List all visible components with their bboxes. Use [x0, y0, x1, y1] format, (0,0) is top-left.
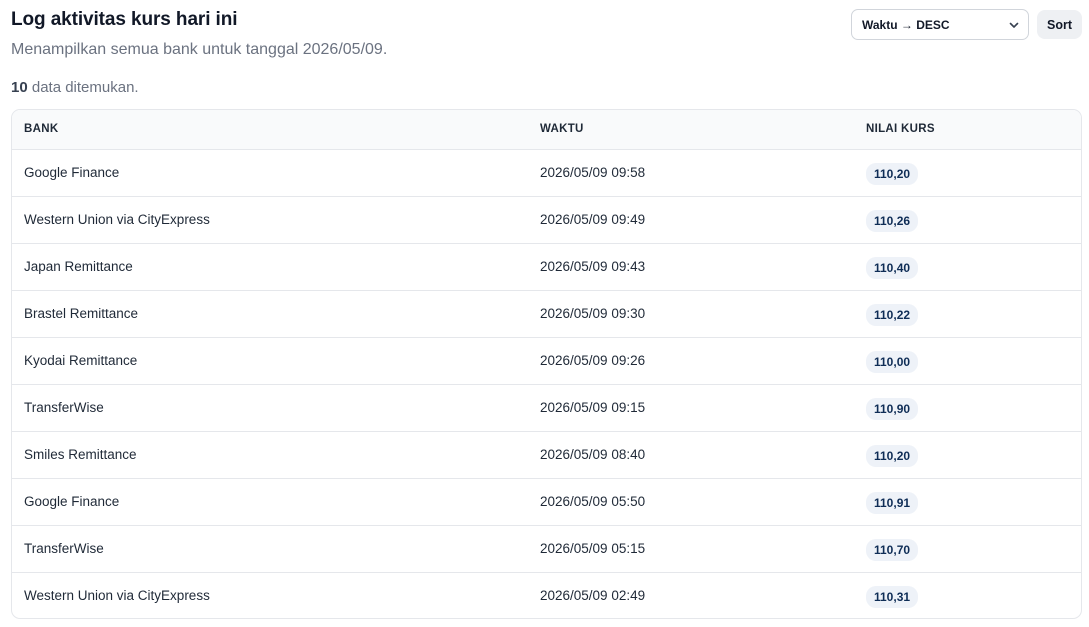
sort-select[interactable]: Waktu → DESC	[851, 9, 1029, 40]
bank-cell: Western Union via CityExpress	[12, 196, 528, 244]
bank-cell: Brastel Remittance	[12, 290, 528, 338]
time-cell: 2026/05/09 08:40	[528, 431, 854, 479]
bank-cell: Kyodai Remittance	[12, 337, 528, 385]
rate-cell: 110,20	[854, 431, 1081, 479]
time-cell: 2026/05/09 09:43	[528, 243, 854, 291]
rate-cell: 110,31	[854, 572, 1081, 618]
bank-cell: TransferWise	[12, 384, 528, 432]
table-row: TransferWise 2026/05/09 05:15 110,70	[12, 525, 1081, 573]
time-cell: 2026/05/09 05:50	[528, 478, 854, 526]
page-title: Log aktivitas kurs hari ini	[11, 9, 238, 30]
rates-table: BANK WAKTU NILAI KURS Google Finance 202…	[11, 109, 1082, 619]
table-row: Smiles Remittance 2026/05/09 08:40 110,2…	[12, 431, 1081, 479]
rate-badge: 110,70	[866, 538, 919, 561]
rate-badge: 110,00	[866, 350, 919, 373]
table-body: Google Finance 2026/05/09 09:58 110,20 W…	[12, 149, 1081, 618]
rate-badge: 110,26	[866, 209, 919, 232]
time-cell: 2026/05/09 09:58	[528, 149, 854, 197]
bank-cell: TransferWise	[12, 525, 528, 573]
rate-cell: 110,22	[854, 290, 1081, 338]
bank-cell: Western Union via CityExpress	[24, 588, 210, 603]
time-cell: 2026/05/09 09:26	[528, 337, 854, 385]
time-cell: 2026/05/09 09:49	[528, 196, 854, 244]
rate-badge: 110,40	[866, 256, 919, 279]
column-header-bank: BANK	[12, 110, 528, 150]
sort-button[interactable]: Sort	[1037, 10, 1082, 39]
bank-cell: Smiles Remittance	[12, 431, 528, 479]
rate-badge: 110,22	[866, 303, 919, 326]
result-count: 10 data ditemukan.	[11, 79, 139, 96]
table-row: Western Union via CityExpress 2026/05/09…	[12, 572, 1081, 618]
rate-cell: 110,40	[854, 243, 1081, 291]
bank-cell: Google Finance	[12, 149, 528, 197]
rates-table-grid: BANK WAKTU NILAI KURS Google Finance 202…	[12, 110, 1081, 618]
bank-cell: Japan Remittance	[12, 243, 528, 291]
table-row: Kyodai Remittance 2026/05/09 09:26 110,0…	[12, 337, 1081, 385]
rate-cell: 110,70	[854, 525, 1081, 573]
table-row: TransferWise 2026/05/09 09:15 110,90	[12, 384, 1081, 432]
table-row: Google Finance 2026/05/09 05:50 110,91	[12, 478, 1081, 526]
rate-badge: 110,90	[866, 397, 919, 420]
time-cell: 2026/05/09 09:15	[528, 384, 854, 432]
sort-controls: Waktu → DESC Sort	[851, 9, 1082, 40]
column-header-rate: NILAI KURS	[854, 110, 1081, 150]
result-count-value: 10	[11, 79, 28, 96]
result-count-label: data ditemukan.	[27, 79, 139, 96]
rate-cell: 110,26	[854, 196, 1081, 244]
time-cell: 2026/05/09 09:30	[528, 290, 854, 338]
table-row: Japan Remittance 2026/05/09 09:43 110,40	[12, 243, 1081, 291]
rate-badge: 110,20	[866, 162, 919, 185]
table-header: BANK WAKTU NILAI KURS	[12, 110, 1081, 150]
rate-cell: 110,00	[854, 337, 1081, 385]
time-cell: 2026/05/09 02:49	[540, 588, 646, 603]
page-subtitle: Menampilkan semua bank untuk tanggal 202…	[11, 41, 388, 58]
rate-cell: 110,90	[854, 384, 1081, 432]
time-cell: 2026/05/09 05:15	[528, 525, 854, 573]
page: Log aktivitas kurs hari ini Menampilkan …	[0, 0, 1089, 627]
rate-cell: 110,91	[854, 478, 1081, 526]
rate-badge: 110,20	[866, 444, 919, 467]
rate-cell: 110,20	[854, 149, 1081, 197]
sort-select-value: Waktu → DESC	[862, 17, 950, 32]
chevron-down-icon	[1009, 22, 1019, 28]
column-header-time: WAKTU	[528, 110, 854, 150]
rate-badge: 110,91	[866, 491, 919, 514]
bank-cell: Google Finance	[12, 478, 528, 526]
table-row: Brastel Remittance 2026/05/09 09:30 110,…	[12, 290, 1081, 338]
table-row: Western Union via CityExpress 2026/05/09…	[12, 196, 1081, 244]
rate-badge: 110,31	[866, 585, 919, 608]
table-row: Google Finance 2026/05/09 09:58 110,20	[12, 149, 1081, 197]
